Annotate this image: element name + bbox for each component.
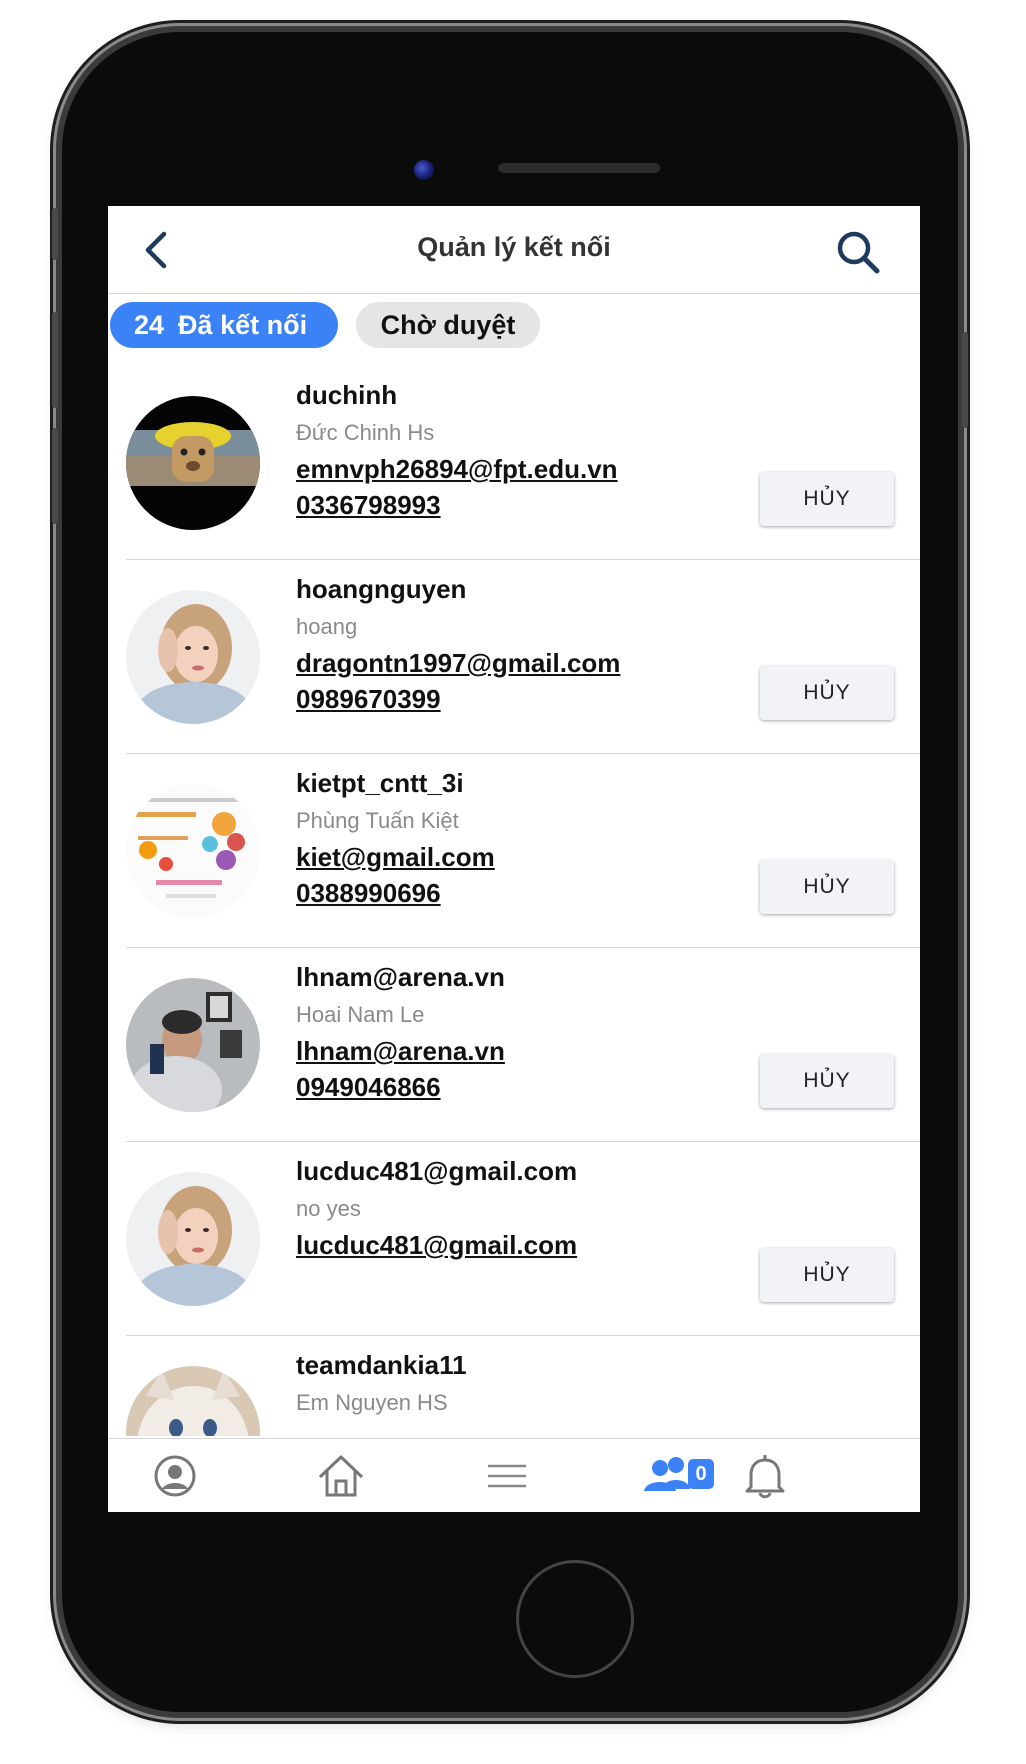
friends-icon — [644, 1457, 690, 1491]
list-item: hoangnguyen hoang dragontn1997@gmail.com… — [126, 560, 920, 754]
connection-username: duchinh — [296, 380, 398, 410]
cancel-button[interactable]: HỦY — [760, 472, 894, 526]
search-icon — [837, 231, 880, 274]
avatar[interactable] — [126, 784, 260, 918]
connection-username: lhnam@arena.vn — [296, 962, 505, 992]
cancel-button[interactable]: HỦY — [760, 860, 894, 914]
connection-display-name: Em Nguyen HS — [296, 1390, 448, 1415]
search-button[interactable] — [834, 228, 882, 276]
cancel-button[interactable]: HỦY — [760, 1054, 894, 1108]
nav-notifications[interactable] — [740, 1451, 790, 1501]
home-button[interactable] — [516, 1560, 634, 1678]
avatar[interactable] — [126, 396, 260, 530]
connection-email[interactable]: lucduc481@gmail.com — [296, 1230, 577, 1261]
nav-profile[interactable] — [150, 1451, 200, 1501]
tab-pending[interactable]: Chờ duyệt — [356, 302, 540, 348]
home-icon — [318, 1455, 364, 1497]
app-header: Quản lý kết nối — [108, 206, 920, 294]
connected-count: 24 — [134, 309, 165, 340]
volume-down-button — [52, 428, 58, 524]
connection-email[interactable]: dragontn1997@gmail.com — [296, 648, 620, 679]
list-item: kietpt_cntt_3i Phùng Tuấn Kiệt kiet@gmai… — [126, 754, 920, 948]
avatar[interactable] — [126, 590, 260, 724]
list-item: teamdankia11 Em Nguyen HS — [126, 1336, 920, 1436]
nav-friends[interactable]: 0 — [642, 1451, 714, 1501]
connection-list[interactable]: duchinh Đức Chinh Hs emnvph26894@fpt.edu… — [108, 366, 920, 1436]
connection-username: hoangnguyen — [296, 574, 467, 604]
connection-display-name: Đức Chinh Hs — [296, 420, 435, 445]
connection-username: lucduc481@gmail.com — [296, 1156, 578, 1186]
connection-display-name: hoang — [296, 614, 358, 639]
menu-icon — [488, 1464, 526, 1488]
connection-phone[interactable]: 0388990696 — [296, 878, 441, 909]
connection-display-name: Hoai Nam Le — [296, 1002, 425, 1027]
bell-icon — [745, 1455, 785, 1499]
connection-email[interactable]: lhnam@arena.vn — [296, 1036, 505, 1067]
connection-username: teamdankia11 — [296, 1350, 467, 1380]
connection-email[interactable]: emnvph26894@fpt.edu.vn — [296, 454, 618, 485]
power-button — [962, 332, 968, 428]
cancel-button[interactable]: HỦY — [760, 1248, 894, 1302]
tab-connected-label: Đã kết nối — [178, 309, 308, 340]
connection-display-name: Phùng Tuấn Kiệt — [296, 808, 459, 833]
avatar[interactable] — [126, 1172, 260, 1306]
page-title: Quản lý kết nối — [417, 232, 611, 262]
silent-switch — [52, 208, 58, 260]
tab-connected[interactable]: 24 Đã kết nối — [110, 302, 338, 348]
volume-up-button — [52, 312, 58, 408]
profile-icon — [154, 1455, 196, 1497]
list-item: lhnam@arena.vn Hoai Nam Le lhnam@arena.v… — [126, 948, 920, 1142]
connection-display-name: no yes — [296, 1196, 361, 1221]
earpiece-speaker — [498, 163, 660, 173]
friends-badge: 0 — [688, 1459, 714, 1489]
connection-email[interactable]: kiet@gmail.com — [296, 842, 495, 873]
front-camera — [414, 160, 434, 180]
connection-username: kietpt_cntt_3i — [296, 768, 464, 798]
connection-phone[interactable]: 0989670399 — [296, 684, 441, 715]
avatar[interactable] — [126, 1366, 260, 1436]
app-screen: Quản lý kết nối 24 Đã kết nối Chờ duyệt — [108, 206, 920, 1512]
bottom-nav: 0 — [108, 1438, 920, 1512]
connection-phone[interactable]: 0949046866 — [296, 1072, 441, 1103]
list-item: lucduc481@gmail.com no yes lucduc481@gma… — [126, 1142, 920, 1336]
list-item: duchinh Đức Chinh Hs emnvph26894@fpt.edu… — [126, 366, 920, 560]
nav-home[interactable] — [316, 1451, 366, 1501]
connection-phone[interactable]: 0336798993 — [296, 490, 441, 521]
cancel-button[interactable]: HỦY — [760, 666, 894, 720]
tab-pending-label: Chờ duyệt — [380, 309, 516, 340]
nav-menu[interactable] — [482, 1451, 532, 1501]
avatar[interactable] — [126, 978, 260, 1112]
